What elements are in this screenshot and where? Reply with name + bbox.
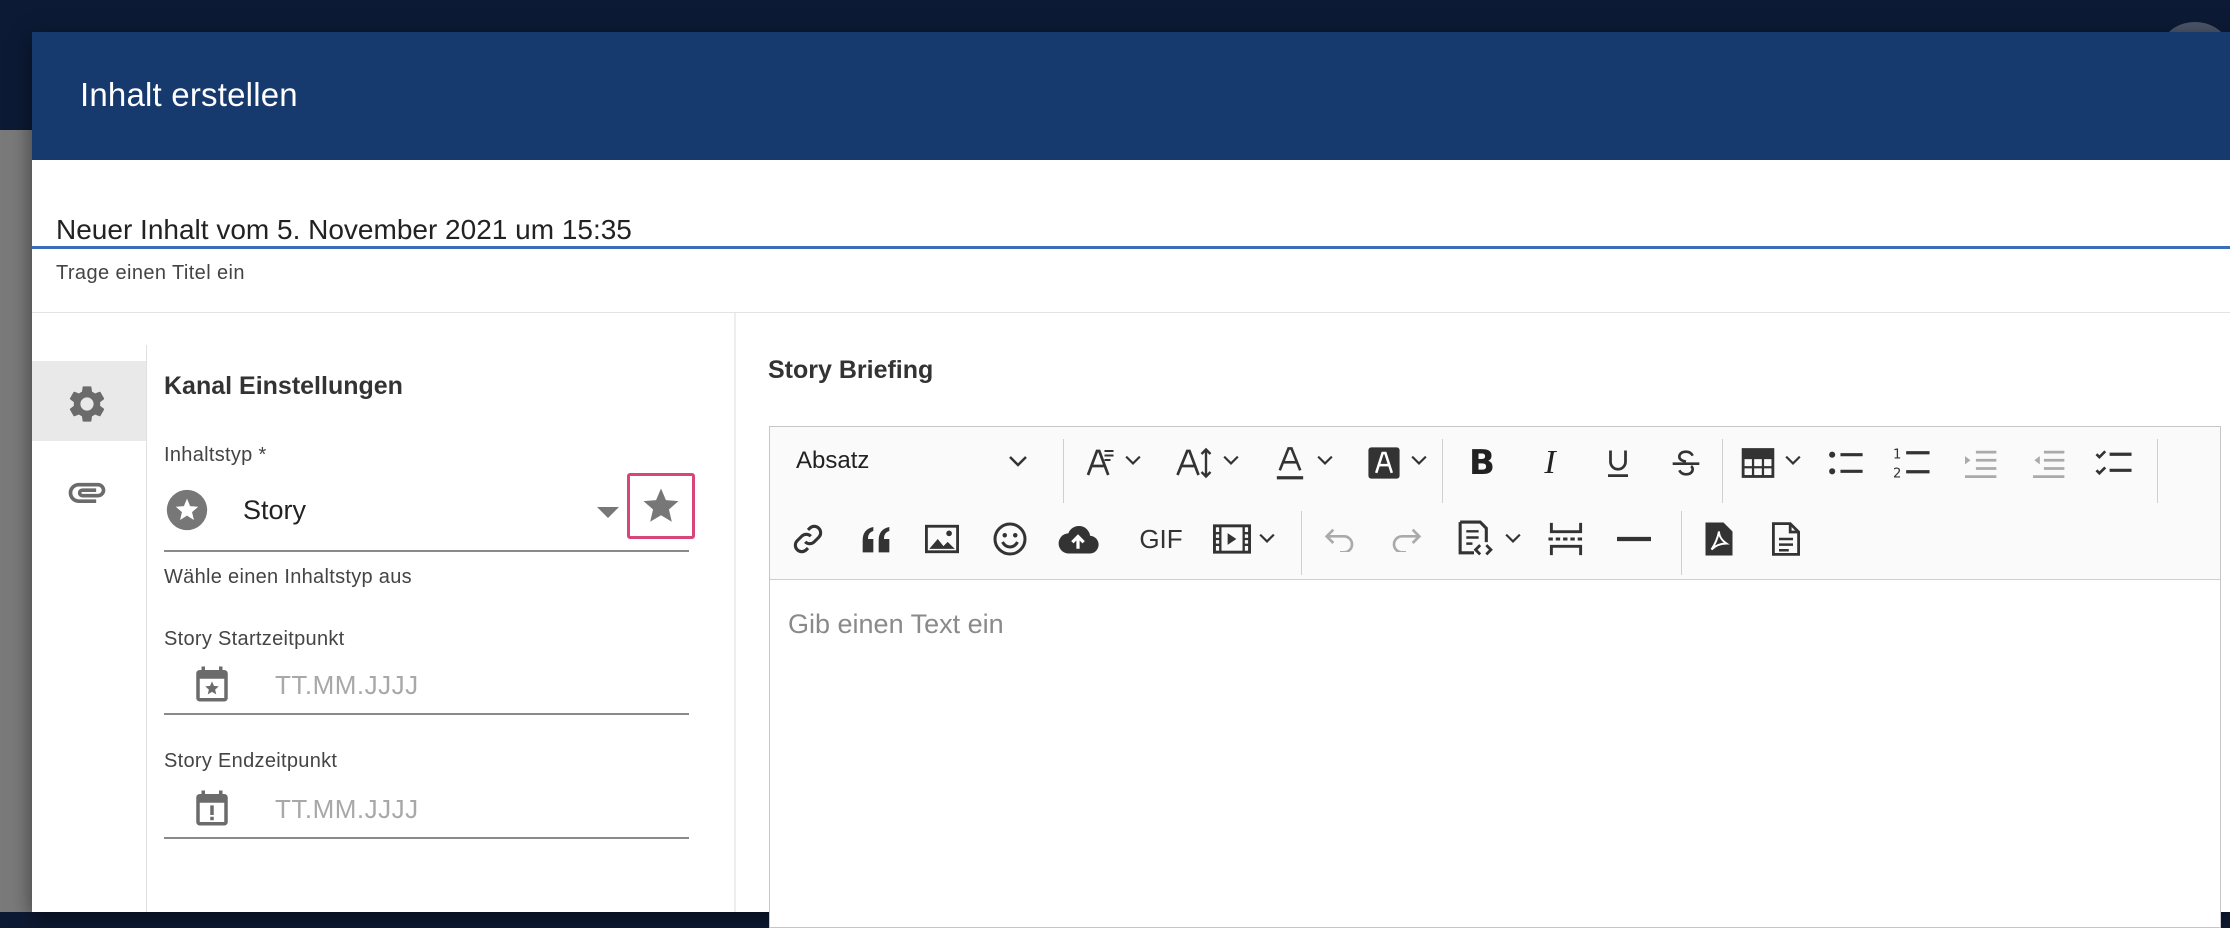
toolbar-separator <box>1681 511 1682 575</box>
chevron-down-icon[interactable] <box>1006 449 1030 473</box>
briefing-title: Story Briefing <box>768 356 934 384</box>
calendar-star-icon[interactable] <box>190 662 234 706</box>
horizontal-line-icon[interactable] <box>1612 517 1656 561</box>
toolbar-separator <box>2157 439 2158 503</box>
gear-icon <box>64 381 110 427</box>
chevron-down-icon[interactable] <box>1408 449 1430 471</box>
italic-icon[interactable]: I <box>1528 443 1572 483</box>
end-date-underline <box>164 837 689 839</box>
title-field[interactable]: Neuer Inhalt vom 5. November 2021 um 15:… <box>56 204 2230 282</box>
favorite-button[interactable] <box>627 473 695 539</box>
paperclip-icon[interactable] <box>64 469 110 515</box>
pdf-icon[interactable] <box>1697 517 1741 561</box>
indent-icon[interactable] <box>1958 443 2002 483</box>
end-date-label: Story Endzeitpunkt <box>164 750 338 772</box>
title-input[interactable]: Neuer Inhalt vom 5. November 2021 um 15:… <box>56 214 632 246</box>
rich-text-editor: Absatz B I 1 2 GIF Gib einen Text ein <box>769 426 2221 928</box>
editor-content[interactable]: Gib einen Text ein <box>788 609 1004 640</box>
editor-toolbar: Absatz B I 1 2 GIF <box>770 427 2220 580</box>
channel-settings-title: Kanal Einstellungen <box>164 372 403 400</box>
toolbar-separator <box>1442 439 1443 503</box>
svg-text:2: 2 <box>1893 467 1901 481</box>
toolbar-separator <box>1063 439 1064 503</box>
divider <box>32 312 2230 313</box>
link-icon[interactable] <box>786 517 830 561</box>
rail-item-settings[interactable] <box>32 361 146 441</box>
chevron-down-icon[interactable] <box>1782 449 1804 471</box>
content-type-label: Inhaltstyp * <box>164 444 267 466</box>
checklist-icon[interactable] <box>2092 443 2136 483</box>
bold-icon[interactable]: B <box>1460 443 1504 483</box>
end-date-input[interactable]: TT.MM.JJJJ <box>275 794 419 825</box>
star-circle-icon <box>164 487 210 533</box>
start-date-label: Story Startzeitpunkt <box>164 628 345 650</box>
underline-icon[interactable] <box>1596 443 1640 483</box>
title-hint: Trage einen Titel ein <box>56 262 245 284</box>
numbered-list-icon[interactable]: 12 <box>1890 441 1934 485</box>
rail-divider <box>146 345 147 912</box>
title-underline <box>32 246 2230 249</box>
outdent-icon[interactable] <box>2026 443 2070 483</box>
font-family-icon[interactable] <box>1080 443 1120 483</box>
chevron-down-icon[interactable] <box>1256 527 1278 549</box>
source-code-icon[interactable] <box>1450 515 1498 563</box>
strikethrough-icon[interactable] <box>1664 443 1708 483</box>
start-date-underline <box>164 713 689 715</box>
background-color-icon[interactable] <box>1364 443 1404 483</box>
chevron-down-icon[interactable] <box>1220 449 1242 471</box>
dialog-title: Inhalt erstellen <box>80 76 298 113</box>
font-color-icon[interactable] <box>1270 443 1310 483</box>
create-content-dialog: Inhalt erstellen Neuer Inhalt vom 5. Nov… <box>32 32 2230 928</box>
document-icon[interactable] <box>1764 517 1808 561</box>
chevron-down-icon[interactable] <box>596 500 620 524</box>
image-icon[interactable] <box>920 517 964 561</box>
dialog-header: Inhalt erstellen <box>32 32 2230 160</box>
undo-icon[interactable] <box>1318 517 1362 561</box>
pane-divider <box>734 313 736 912</box>
emoji-icon[interactable] <box>988 517 1032 561</box>
upload-cloud-icon[interactable] <box>1054 517 1102 561</box>
star-icon <box>640 485 682 527</box>
paragraph-format-select[interactable]: Absatz <box>796 447 869 475</box>
blockquote-icon[interactable] <box>854 517 898 561</box>
page-break-icon[interactable] <box>1544 517 1588 561</box>
table-icon[interactable] <box>1736 443 1780 483</box>
start-date-input[interactable]: TT.MM.JJJJ <box>275 670 419 701</box>
chevron-down-icon[interactable] <box>1314 449 1336 471</box>
gif-button[interactable]: GIF <box>1128 519 1194 559</box>
font-size-icon[interactable] <box>1174 443 1214 483</box>
toolbar-separator <box>1722 439 1723 503</box>
content-type-underline <box>164 550 689 552</box>
calendar-alert-icon[interactable] <box>190 786 234 830</box>
chevron-down-icon[interactable] <box>1122 449 1144 471</box>
content-type-select[interactable]: Story <box>243 495 306 526</box>
content-type-hint: Wähle einen Inhaltstyp aus <box>164 566 412 588</box>
toolbar-separator <box>1301 511 1302 575</box>
app-background-left <box>0 130 34 912</box>
redo-icon[interactable] <box>1384 517 1428 561</box>
svg-text:1: 1 <box>1893 448 1901 463</box>
chevron-down-icon[interactable] <box>1502 527 1524 549</box>
bulleted-list-icon[interactable] <box>1824 443 1868 483</box>
video-icon[interactable] <box>1210 517 1254 561</box>
